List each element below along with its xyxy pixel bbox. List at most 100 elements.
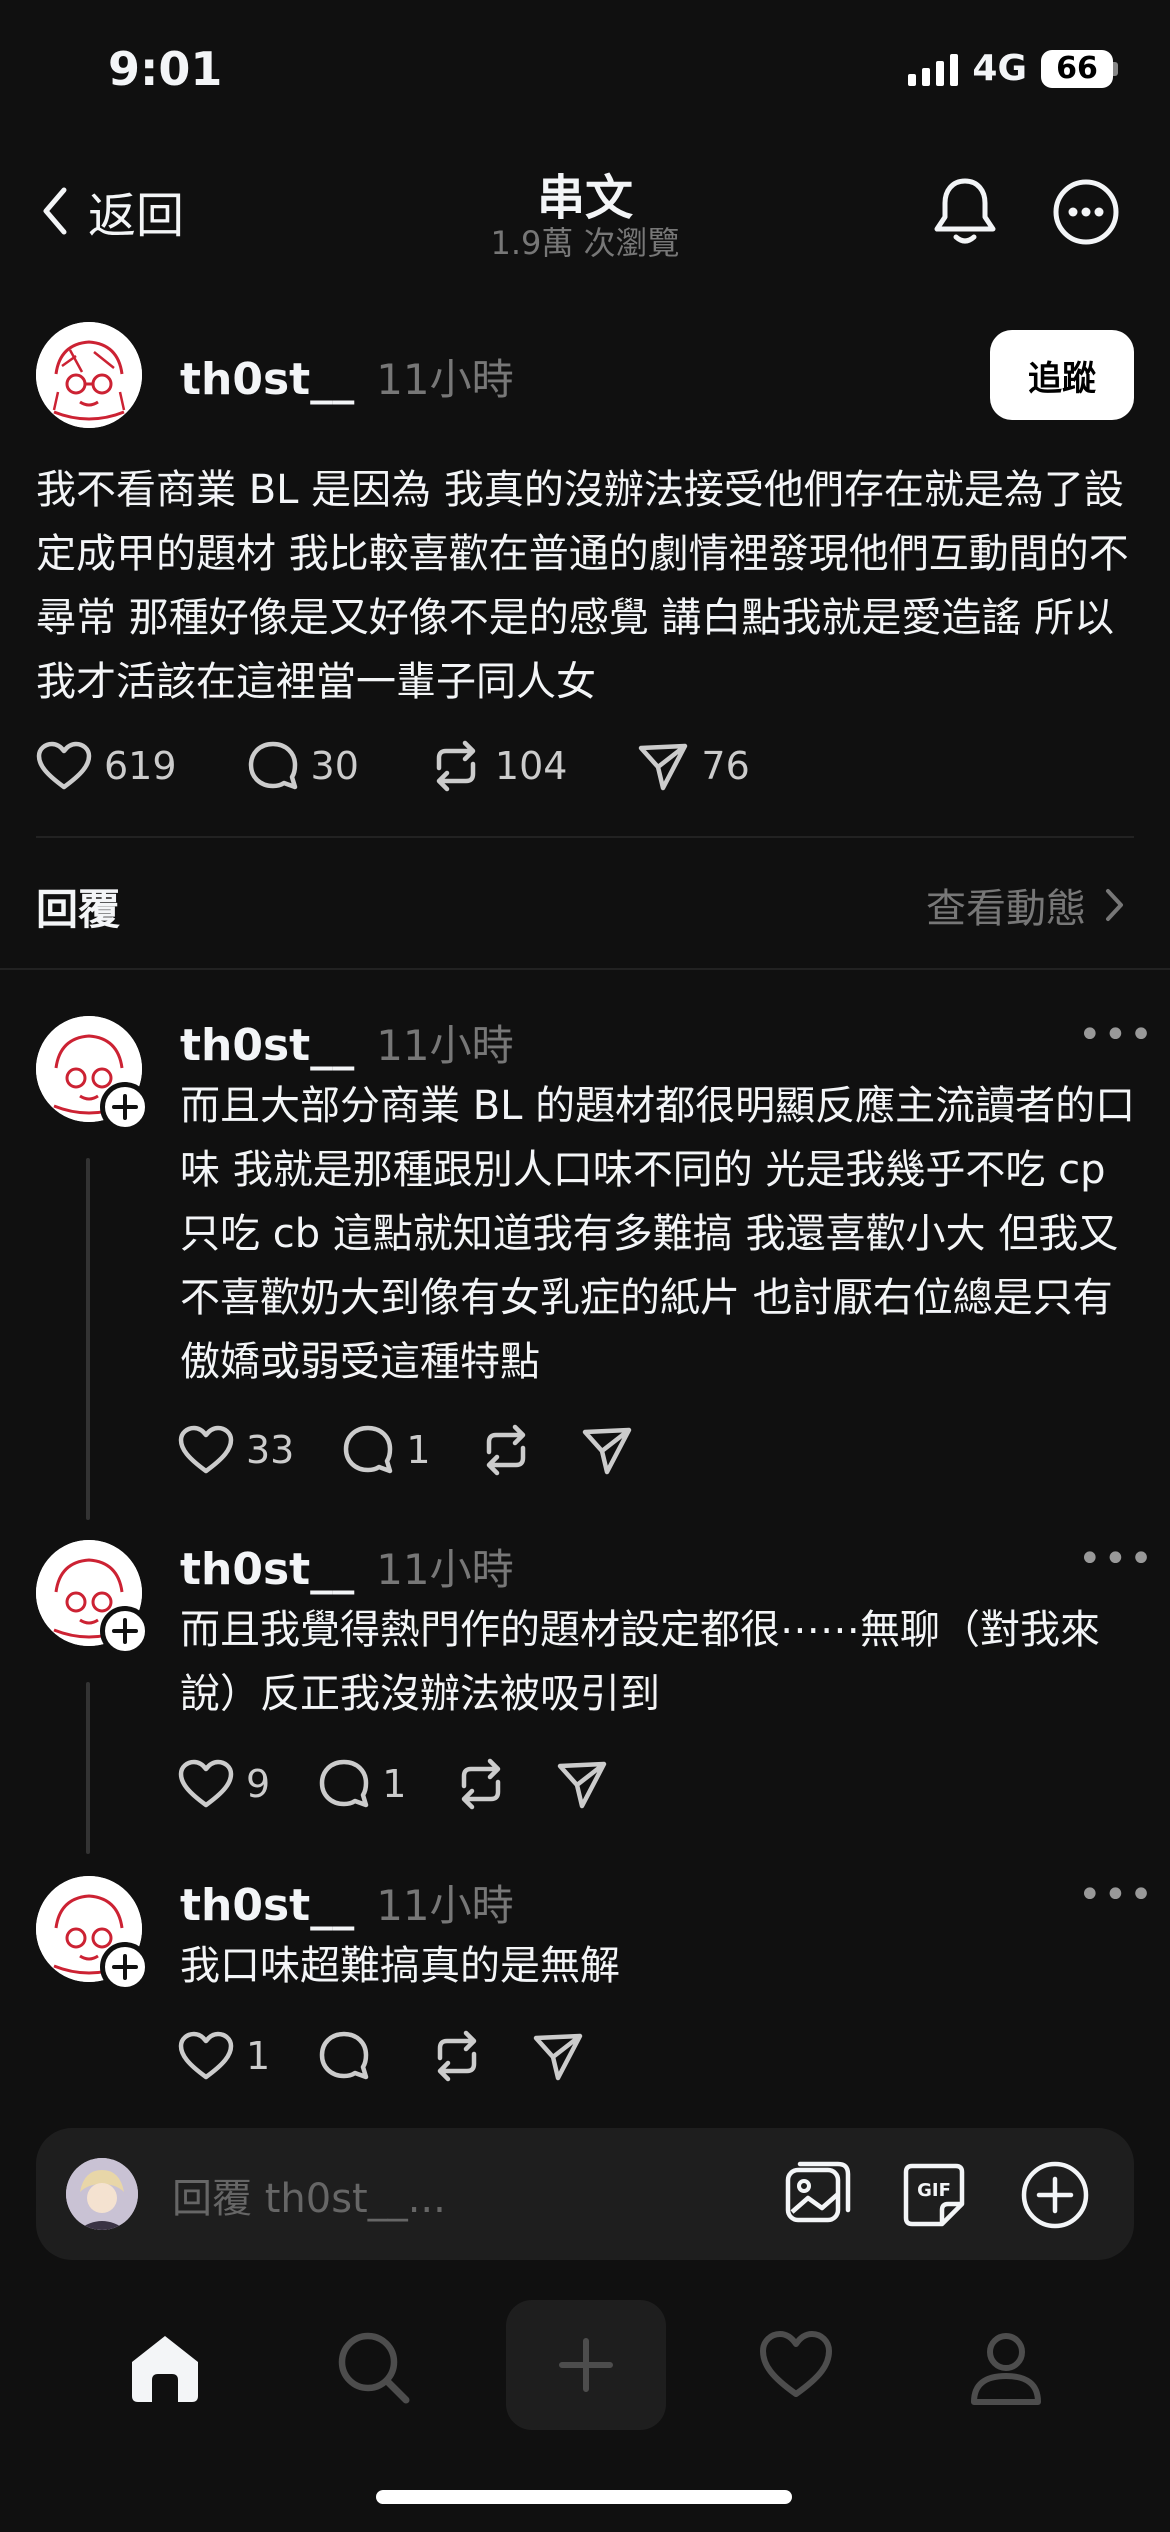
heart-icon: [178, 1759, 234, 1808]
like-count: 33: [246, 1428, 295, 1472]
more-options-button[interactable]: [1052, 178, 1120, 246]
username[interactable]: th0st__: [180, 354, 354, 405]
bell-icon: [934, 178, 996, 244]
comment-button[interactable]: 1: [318, 1758, 406, 1810]
gallery-icon: [785, 2161, 851, 2223]
plus-icon: [112, 1954, 138, 1980]
comment-button[interactable]: 1: [342, 1424, 431, 1476]
repost-icon: [462, 1758, 501, 1810]
like-button[interactable]: 619: [36, 741, 177, 791]
status-time: 9:01: [108, 42, 223, 96]
reply-text: 而且大部分商業 BL 的題材都很明顯反應主流讀者的口味 我就是那種跟別人口味不同…: [180, 1083, 1136, 1385]
home-indicator: [376, 2490, 792, 2504]
like-button[interactable]: 1: [178, 2031, 270, 2081]
share-count: 76: [701, 744, 750, 788]
home-icon: [132, 2336, 198, 2402]
tab-home[interactable]: [126, 2330, 204, 2406]
avatar[interactable]: [36, 322, 142, 428]
like-count: 9: [246, 1762, 271, 1806]
plus-icon: [112, 1618, 138, 1644]
share-button[interactable]: [581, 1424, 633, 1476]
view-activity-label: 查看動態: [926, 886, 1086, 932]
reply-author: th0st__ 11小時: [180, 1872, 514, 1933]
gif-icon: GIF: [903, 2163, 965, 2227]
post-time: 11小時: [376, 355, 514, 404]
post-actions: 619 30 104 76: [36, 740, 820, 792]
battery-cap-icon: [1113, 61, 1118, 76]
cellular-signal-icon: [908, 52, 959, 86]
heart-icon: [760, 2331, 832, 2397]
status-indicators: 4G 66: [908, 48, 1118, 89]
more-circle-icon: [1053, 179, 1119, 245]
network-type: 4G: [972, 48, 1027, 89]
repost-button[interactable]: [454, 1758, 508, 1810]
heart-icon: [36, 741, 92, 790]
add-attachment-button[interactable]: [1020, 2160, 1090, 2230]
tab-activity[interactable]: [758, 2330, 834, 2400]
repost-icon: [486, 1424, 525, 1476]
heart-icon: [178, 2031, 234, 2080]
gif-button[interactable]: GIF: [900, 2160, 968, 2228]
tab-create[interactable]: [506, 2300, 666, 2430]
heart-icon: [178, 1425, 234, 1474]
repost-button[interactable]: [479, 1424, 533, 1476]
follow-plus-button[interactable]: [100, 1942, 150, 1992]
view-activity-link[interactable]: 查看動態: [926, 876, 1126, 934]
battery-icon: 66: [1041, 49, 1113, 88]
post-author: th0st__ 11小時: [180, 346, 514, 407]
divider: [36, 836, 1134, 838]
profile-icon: [971, 2333, 1041, 2405]
reply-text: 我口味超難搞真的是無解: [180, 1943, 620, 1989]
post-text: 我不看商業 BL 是因為 我真的沒辦法接受他們存在就是為了設定成甲的題材 我比較…: [36, 467, 1129, 705]
svg-text:GIF: GIF: [917, 2180, 951, 2201]
username[interactable]: th0st__: [180, 1880, 354, 1931]
send-icon: [639, 743, 688, 791]
repost-button[interactable]: [430, 2030, 484, 2082]
reply-input[interactable]: 回覆 th0st__...: [172, 2166, 446, 2224]
image-attach-button[interactable]: [784, 2160, 852, 2228]
reply-actions: 9 1: [178, 1758, 656, 1810]
username[interactable]: th0st__: [180, 1544, 354, 1595]
battery-level: 66: [1056, 51, 1098, 86]
reply-composer: 回覆 th0st__... GIF: [36, 2128, 1134, 2260]
share-button[interactable]: [532, 2030, 584, 2082]
tab-search[interactable]: [336, 2330, 412, 2406]
reply-more-button[interactable]: •••: [1078, 1872, 1155, 1918]
reply-more-button[interactable]: •••: [1078, 1536, 1155, 1582]
comment-count: 1: [406, 1428, 431, 1472]
comment-bubble-icon: [319, 2031, 369, 2080]
plus-icon: [112, 1094, 138, 1120]
reply-author: th0st__ 11小時: [180, 1012, 514, 1073]
my-avatar: [66, 2158, 138, 2230]
follow-button[interactable]: 追蹤: [990, 330, 1134, 420]
chevron-right-icon: [1106, 889, 1123, 921]
follow-plus-button[interactable]: [100, 1606, 150, 1656]
replies-heading: 回覆: [36, 885, 121, 934]
reply-time: 11小時: [376, 1881, 514, 1930]
repost-button[interactable]: 104: [429, 740, 567, 792]
username[interactable]: th0st__: [180, 1020, 354, 1071]
reply-text: 而且我覺得熱門作的題材設定都很⋯⋯無聊（對我來說）反正我沒辦法被吸引到: [180, 1607, 1100, 1717]
plus-circle-icon: [1021, 2161, 1089, 2229]
send-icon: [533, 2033, 583, 2081]
repost-icon: [436, 740, 476, 792]
like-button[interactable]: 33: [178, 1425, 294, 1475]
share-button[interactable]: [556, 1758, 608, 1810]
share-button[interactable]: 76: [637, 740, 750, 792]
reply-more-button[interactable]: •••: [1078, 1012, 1155, 1058]
comment-button[interactable]: 30: [247, 740, 359, 792]
reply-author: th0st__ 11小時: [180, 1536, 514, 1597]
thread-line: [86, 1158, 90, 1520]
follow-plus-button[interactable]: [100, 1082, 150, 1132]
tab-profile[interactable]: [968, 2330, 1044, 2406]
comment-button[interactable]: [318, 2030, 382, 2082]
like-count: 619: [104, 744, 177, 788]
user-avatar-icon: [66, 2158, 138, 2230]
like-button[interactable]: 9: [178, 1759, 270, 1809]
comment-count: 30: [310, 744, 359, 788]
comment-bubble-icon: [248, 741, 297, 790]
divider: [0, 968, 1170, 970]
reply-time: 11小時: [376, 1545, 514, 1594]
repost-icon: [437, 2030, 477, 2082]
notification-bell-button[interactable]: [930, 175, 1000, 247]
